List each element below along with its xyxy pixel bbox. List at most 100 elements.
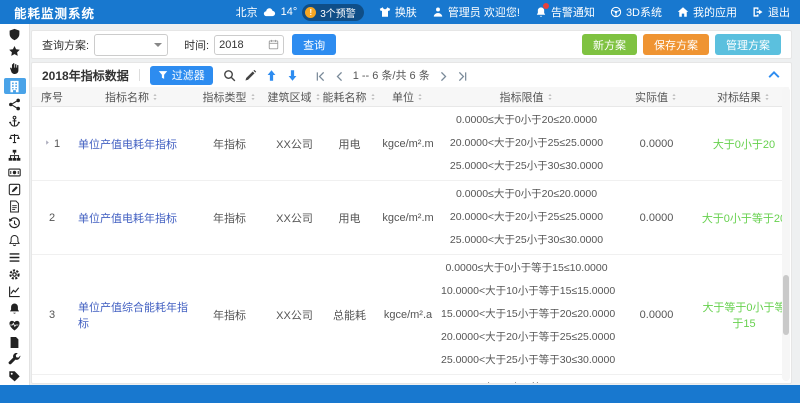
sidebar-item-chart[interactable] <box>4 284 26 298</box>
indicator-name-link[interactable]: 单位产值电耗年指标 <box>78 213 177 225</box>
cell-actual-value: 0.0000 <box>614 181 699 255</box>
sidebar-item-tag[interactable] <box>4 369 26 383</box>
anchor-icon <box>8 115 21 128</box>
filter-button[interactable]: 过滤器 <box>150 66 213 85</box>
cell-energy-name <box>322 375 377 385</box>
cell-indicator-limits: 0.0000≤大于0小于20≤20.000020.0000<大于20小于25≤2… <box>439 107 614 181</box>
move-down-button[interactable] <box>286 69 299 82</box>
col-header-label: 序号 <box>41 92 63 104</box>
notification-dot <box>543 3 549 9</box>
collapse-panel-button[interactable] <box>767 68 781 82</box>
header-item-logout[interactable]: 退出 <box>752 4 790 20</box>
pen-square-icon <box>8 183 21 196</box>
new-plan-button[interactable]: 新方案 <box>582 34 637 55</box>
limit-line: 0.0000≤大于0小于20≤20.0000 <box>441 109 612 132</box>
brush-button[interactable] <box>244 69 257 82</box>
star-icon <box>8 45 21 58</box>
header-item-3d[interactable]: 3D系统 <box>610 4 662 20</box>
col-header-2[interactable]: 指标类型 <box>192 87 267 107</box>
sidebar-item-anchor[interactable] <box>4 114 26 128</box>
cell-actual-value: 0.0000 <box>614 255 699 375</box>
move-up-button[interactable] <box>265 69 278 82</box>
table-header-row: 序号指标名称指标类型建筑区域能耗名称 单位 指标限值 实际值对标结果 <box>32 87 789 107</box>
cell-building-region: XX公司 <box>267 107 322 181</box>
sidebar-item-history[interactable] <box>4 216 26 230</box>
cell-indicator-limits: 0.0000≤大于0小于等于15≤10.000010.0000<大于10小于等于… <box>439 255 614 375</box>
sidebar-item-shield[interactable] <box>4 27 26 41</box>
search-button[interactable] <box>223 69 236 82</box>
time-input[interactable]: 2018 <box>214 35 284 55</box>
cell-indicator-type: 年指标 <box>192 255 267 375</box>
limit-line: 0.0000≤大于0小于20≤20.0000 <box>441 183 612 206</box>
plan-action-buttons: 新方案保存方案管理方案 <box>582 34 781 55</box>
sidebar-item-heart[interactable] <box>4 318 26 332</box>
scrollbar-thumb[interactable] <box>783 275 789 335</box>
prev-page-button[interactable] <box>334 70 345 81</box>
tag-icon <box>8 370 21 383</box>
cell-benchmark-result: 大于等于0小于等于15 <box>699 255 789 375</box>
alert-badge[interactable]: !3个预警 <box>302 4 364 21</box>
first-page-button[interactable] <box>315 70 326 81</box>
search-button[interactable]: 查询 <box>292 34 336 55</box>
table-scrollbar[interactable] <box>782 87 790 381</box>
sidebar-item-money[interactable] <box>4 165 26 179</box>
sidebar-item-building[interactable] <box>4 78 26 94</box>
cell-indicator-limits: 0.0000≤大于0小于等于15≤10.0000 <box>439 375 614 385</box>
sidebar-item-share[interactable] <box>4 97 26 111</box>
col-header-5[interactable]: 单位 <box>377 87 439 107</box>
sidebar-item-sitemap[interactable] <box>4 148 26 162</box>
header-item-apps[interactable]: 我的应用 <box>677 4 737 20</box>
col-header-label: 指标限值 <box>500 92 544 104</box>
header-item-skin[interactable]: 换肤 <box>379 4 417 20</box>
col-header-4[interactable]: 能耗名称 <box>322 87 377 107</box>
sidebar-item-scale[interactable] <box>4 131 26 145</box>
sidebar-item-star[interactable] <box>4 44 26 58</box>
row-expand-icon[interactable] <box>44 138 51 147</box>
chev-prev-icon <box>334 71 345 82</box>
save-plan-button[interactable]: 保存方案 <box>643 34 709 55</box>
sidebar-item-bell-o[interactable] <box>4 233 26 247</box>
col-header-7[interactable]: 实际值 <box>614 87 699 107</box>
cell-building-region: XX公司 <box>267 255 322 375</box>
wheel-icon <box>610 6 622 18</box>
indicator-table: 序号指标名称指标类型建筑区域能耗名称 单位 指标限值 实际值对标结果 1 单位产值电耗年… <box>32 87 789 384</box>
sort-icon <box>546 92 554 102</box>
calendar-icon <box>268 39 279 50</box>
col-header-label: 单位 <box>392 92 414 104</box>
row-seq: 3 <box>49 309 55 321</box>
sidebar-item-file[interactable] <box>4 335 26 349</box>
col-header-1[interactable]: 指标名称 <box>72 87 192 107</box>
list-icon <box>8 251 21 264</box>
indicator-name-link[interactable]: 单位产值综合能耗年指标 <box>78 302 188 330</box>
sidebar-item-wrench[interactable] <box>4 352 26 366</box>
table-row: 1单位产值电耗年指标年指标XX公司用电kgce/m².m0.0000≤大于0小于… <box>32 107 789 181</box>
chev-first-icon <box>315 71 326 82</box>
sidebar-item-gear[interactable] <box>4 267 26 281</box>
sidebar-item-bell[interactable] <box>4 301 26 315</box>
col-header-label: 建筑区域 <box>268 92 312 104</box>
cell-unit: kgce/m².m <box>377 107 439 181</box>
sidebar-item-list[interactable] <box>4 250 26 264</box>
sidebar-item-pen-square[interactable] <box>4 182 26 196</box>
sidebar-item-file-text[interactable] <box>4 199 26 213</box>
cell-unit: kgce/m².a <box>377 255 439 375</box>
row-seq: 1 <box>54 138 60 150</box>
last-page-button[interactable] <box>457 70 468 81</box>
header-item-label: 换肤 <box>395 4 417 20</box>
header-item-alerts[interactable]: 告警通知 <box>535 4 595 20</box>
col-header-3[interactable]: 建筑区域 <box>267 87 322 107</box>
sitemap-icon <box>8 149 21 162</box>
sidebar-item-hand[interactable] <box>4 61 26 75</box>
col-header-6[interactable]: 指标限值 <box>439 87 614 107</box>
query-plan-select[interactable] <box>94 34 168 56</box>
next-page-button[interactable] <box>438 70 449 81</box>
weather-info: 北京14°!3个预警 <box>236 4 364 21</box>
table-row: 3单位产值综合能耗年指标年指标XX公司总能耗kgce/m².a0.0000≤大于… <box>32 255 789 375</box>
cell-energy-name: 用电 <box>322 181 377 255</box>
col-header-8[interactable]: 对标结果 <box>699 87 789 107</box>
indicator-name-link[interactable]: 单位产值电耗年指标 <box>78 139 177 151</box>
manage-plan-button[interactable]: 管理方案 <box>715 34 781 55</box>
header-item-user[interactable]: 管理员 欢迎您! <box>432 4 520 20</box>
file-text-icon <box>8 200 21 213</box>
table-row: 2单位产值电耗年指标年指标XX公司用电kgce/m².m0.0000≤大于0小于… <box>32 181 789 255</box>
